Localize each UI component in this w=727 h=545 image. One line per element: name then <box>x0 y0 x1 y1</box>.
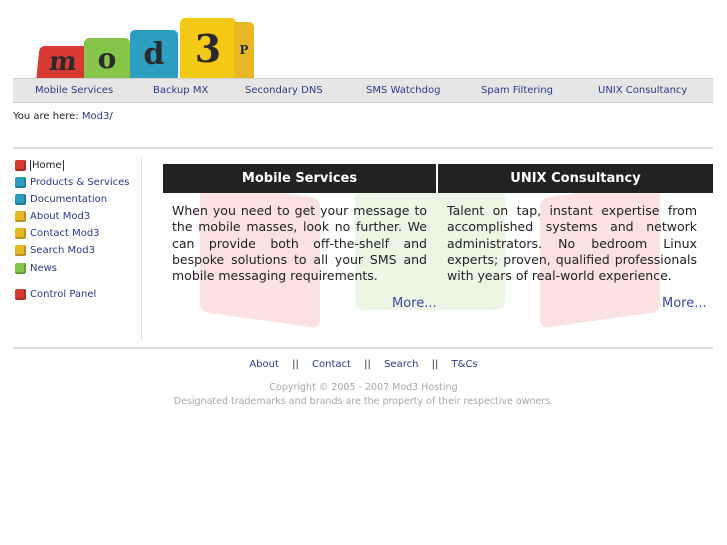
panel-title-unix-consultancy: UNIX Consultancy <box>438 164 713 193</box>
sidebar-item-label: Products & Services <box>30 177 130 188</box>
site-logo[interactable]: m o d 3 P <box>36 16 258 78</box>
sidebar-item-documentation[interactable]: Documentation <box>15 194 107 205</box>
sidebar-item-label: Control Panel <box>30 289 97 300</box>
copyright-text: Copyright © 2005 - 2007 Mod3 Hosting <box>269 382 458 393</box>
control-panel-cube-icon <box>15 289 26 300</box>
sidebar-item-label: Home <box>30 160 64 171</box>
footer-separator: || <box>431 359 439 370</box>
topnav-sms-watchdog[interactable]: SMS Watchdog <box>366 85 440 96</box>
sidebar-item-label: About Mod3 <box>30 211 91 222</box>
logo-block-o: o <box>84 38 130 78</box>
sidebar-item-about[interactable]: About Mod3 <box>15 211 90 222</box>
sidebar-item-search[interactable]: Search Mod3 <box>15 245 95 256</box>
sidebar-item-news[interactable]: News <box>15 263 57 274</box>
topnav-mobile-services[interactable]: Mobile Services <box>35 85 113 96</box>
trademarks-text: Designated trademarks and brands are the… <box>173 396 554 407</box>
footer-separator: || <box>292 359 299 370</box>
footer-link-about[interactable]: About <box>249 359 279 370</box>
about-cube-icon <box>15 211 26 222</box>
more-link-mobile-services[interactable]: More... <box>392 296 437 311</box>
sidebar-item-label: Contact Mod3 <box>30 228 100 239</box>
products-cube-icon <box>15 177 26 188</box>
topnav-backup-mx[interactable]: Backup MX <box>153 85 208 96</box>
header-divider <box>13 147 713 149</box>
contact-cube-icon <box>15 228 26 239</box>
footer-divider <box>13 347 713 349</box>
sidebar-item-label: News <box>30 263 58 274</box>
search-cube-icon <box>15 245 26 256</box>
top-navigation: Mobile Services Backup MX Secondary DNS … <box>13 78 713 103</box>
topnav-secondary-dns[interactable]: Secondary DNS <box>245 85 323 96</box>
sidebar: Home Products & Services Documentation A… <box>13 158 142 340</box>
footer-navigation: About || Contact || Search || T&Cs <box>0 359 727 370</box>
breadcrumb-separator: / <box>109 111 113 122</box>
logo-block-p: P <box>234 22 254 78</box>
panel-body-mobile-services: When you need to get your message to the… <box>172 203 427 284</box>
news-cube-icon <box>15 263 26 274</box>
sidebar-item-contact[interactable]: Contact Mod3 <box>15 228 100 239</box>
logo-block-3: 3 <box>180 18 236 78</box>
panel-body-unix-consultancy: Talent on tap, instant expertise from ac… <box>447 203 697 284</box>
sidebar-item-control-panel[interactable]: Control Panel <box>15 289 96 300</box>
breadcrumb-prefix: You are here: <box>13 111 79 122</box>
sidebar-item-label: Documentation <box>30 194 108 205</box>
footer-separator: || <box>364 359 371 370</box>
sidebar-item-home[interactable]: Home <box>15 160 64 171</box>
sidebar-item-products-services[interactable]: Products & Services <box>15 177 130 188</box>
footer-link-contact[interactable]: Contact <box>312 359 351 370</box>
home-cube-icon <box>15 160 26 171</box>
logo-block-m: m <box>36 46 90 78</box>
sidebar-item-label: Search Mod3 <box>30 245 95 256</box>
breadcrumb-link-mod3[interactable]: Mod3 <box>82 111 109 122</box>
topnav-spam-filtering[interactable]: Spam Filtering <box>481 85 553 96</box>
documentation-cube-icon <box>15 194 26 205</box>
more-link-unix-consultancy[interactable]: More... <box>662 296 707 311</box>
logo-block-d: d <box>130 30 178 78</box>
topnav-unix-consultancy[interactable]: UNIX Consultancy <box>598 85 687 96</box>
panel-title-mobile-services: Mobile Services <box>163 164 436 193</box>
footer-link-terms[interactable]: T&Cs <box>452 359 478 370</box>
breadcrumb: You are here: Mod3/ <box>13 111 113 122</box>
footer-link-search[interactable]: Search <box>384 359 418 370</box>
